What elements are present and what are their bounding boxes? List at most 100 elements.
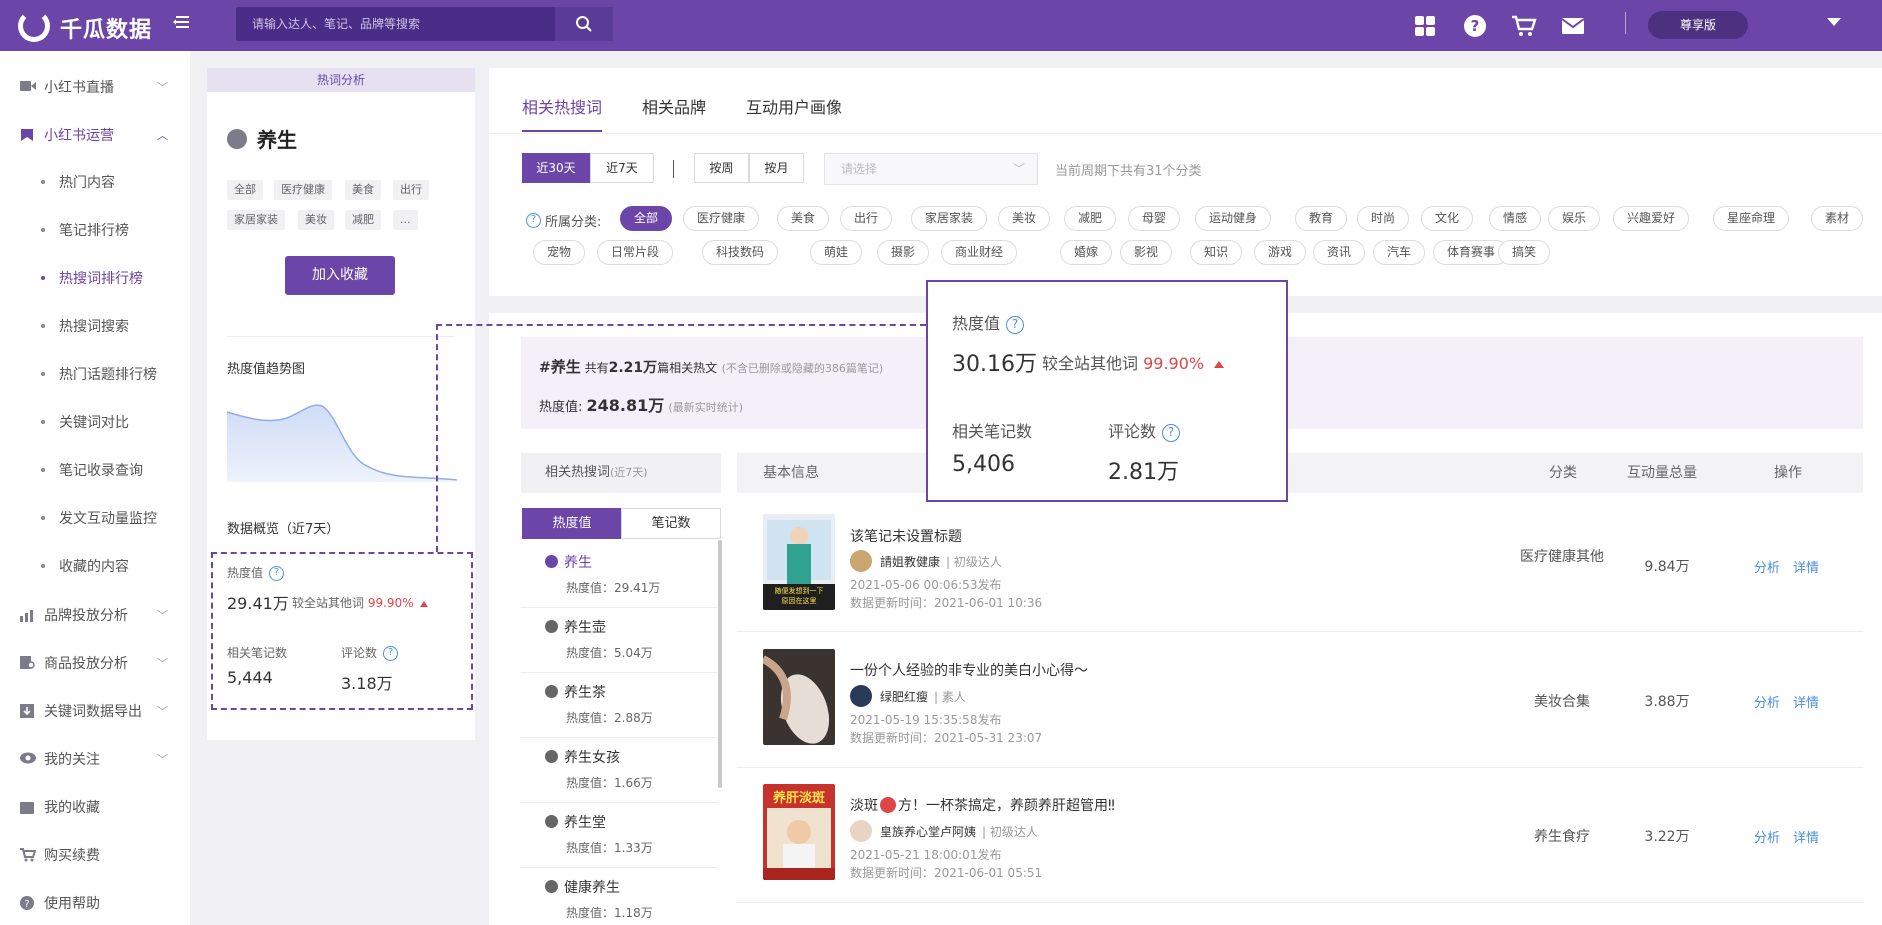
search-input[interactable] [236,7,554,41]
sidebar-item-favorites[interactable]: 我的收藏 [0,787,190,827]
range-7d-button[interactable]: 近7天 [590,153,654,183]
menu-toggle-icon[interactable] [172,14,192,34]
tab-related-search[interactable]: 相关热搜词 [522,94,602,118]
category-pill[interactable]: 美妆 [998,206,1051,231]
sidebar-item-help[interactable]: ? 使用帮助 [0,883,190,923]
sort-by-heat-button[interactable]: 热度值 [522,508,622,539]
note-title[interactable]: 淡斑 方！一杯茶搞定，养颜养肝超管用‼ [850,795,1115,815]
category-pill[interactable]: 素材 [1811,206,1864,231]
tag[interactable]: 家居家装 [227,210,285,230]
category-pill[interactable]: 娱乐 [1548,206,1601,231]
add-favorite-button[interactable]: 加入收藏 [285,256,395,295]
analyze-link[interactable]: 分析 [1754,692,1780,711]
sidebar-item-live[interactable]: 小红书直播 ﹀ [0,67,190,107]
category-pill[interactable]: 资讯 [1313,240,1366,265]
question-icon[interactable]: ? [1006,315,1025,334]
detail-link[interactable]: 详情 [1793,557,1819,576]
apps-grid-icon[interactable] [1412,13,1438,39]
category-pill[interactable]: 知识 [1190,240,1243,265]
analyze-link[interactable]: 分析 [1754,557,1780,576]
category-pill[interactable]: 日常片段 [597,240,674,265]
by-month-button[interactable]: 按月 [749,153,804,183]
category-pill[interactable]: 科技数码 [702,240,779,265]
related-keyword[interactable]: 健康养生 [545,877,620,897]
by-week-button[interactable]: 按周 [694,153,749,183]
category-pill[interactable]: 婚嫁 [1060,240,1113,265]
sidebar-item-brand[interactable]: 品牌投放分析 ﹀ [0,595,190,635]
period-select[interactable]: 请选择 ﹀ [824,153,1038,185]
note-title[interactable]: 一份个人经验的非专业的美白小心得～ [850,660,1088,680]
note-thumbnail[interactable]: 养肝淡斑 [763,784,835,880]
tab-user-profile[interactable]: 互动用户画像 [746,94,842,118]
sidebar-item-product[interactable]: 商品投放分析 ﹀ [0,643,190,683]
column-header[interactable]: 互动量总量 [1627,453,1697,493]
sidebar-sub-hot-search-ranking[interactable]: 热搜词排行榜 [41,268,143,288]
category-pill[interactable]: 时尚 [1357,206,1410,231]
tag[interactable]: 减肥 [345,210,381,230]
category-pill[interactable]: 萌娃 [810,240,863,265]
sidebar-sub-topic-ranking[interactable]: 热门话题排行榜 [41,364,157,384]
category-pill[interactable]: 教育 [1295,206,1348,231]
tag[interactable]: 美妆 [298,210,334,230]
note-title[interactable]: 该笔记未设置标题 [850,526,962,546]
question-icon[interactable]: ? [1162,423,1181,442]
category-pill[interactable]: 影视 [1120,240,1173,265]
category-pill[interactable]: 医疗健康 [683,206,760,231]
sidebar-sub-note-index[interactable]: 笔记收录查询 [41,460,143,480]
tab-related-brands[interactable]: 相关品牌 [642,94,706,118]
category-pill[interactable]: 母婴 [1128,206,1181,231]
category-pill[interactable]: 美食 [777,206,830,231]
detail-link[interactable]: 详情 [1793,827,1819,846]
category-pill[interactable]: 情感 [1489,206,1542,231]
cart-icon[interactable] [1511,13,1537,39]
author[interactable]: 皇族养心堂卢阿姨 | 初级达人 [850,820,1038,842]
analyze-link[interactable]: 分析 [1754,827,1780,846]
brand-logo-icon[interactable] [18,10,50,42]
tag[interactable]: 美食 [345,180,381,200]
author[interactable]: 請姐教健康 | 初级达人 [850,550,1002,572]
category-pill[interactable]: 家居家装 [911,206,988,231]
help-icon[interactable]: ? [1462,13,1488,39]
user-dropdown-icon[interactable] [1827,18,1841,26]
sidebar-item-export[interactable]: 关键词数据导出 ﹀ [0,691,190,731]
sidebar-item-operations[interactable]: 小红书运营 ︿ [0,115,190,155]
vip-badge[interactable]: 尊享版 [1648,11,1748,39]
sidebar-sub-saved-content[interactable]: 收藏的内容 [41,556,129,576]
category-pill[interactable]: 出行 [840,206,893,231]
tag[interactable]: 全部 [227,180,263,200]
related-keyword[interactable]: 养生茶 [545,682,606,702]
sidebar-sub-interaction-monitor[interactable]: 发文互动量监控 [41,508,157,528]
related-keyword[interactable]: 养生堂 [545,812,606,832]
sidebar-item-follow[interactable]: 我的关注 ﹀ [0,739,190,779]
sidebar-item-purchase[interactable]: 购买续费 [0,835,190,875]
range-30d-button[interactable]: 近30天 [522,153,590,183]
category-pill[interactable]: 搞笑 [1498,240,1551,265]
related-keyword[interactable]: 养生壶 [545,617,606,637]
scrollbar[interactable] [718,540,722,788]
tag[interactable]: 医疗健康 [274,180,332,200]
author[interactable]: 绿肥红瘦 | 素人 [850,685,966,707]
related-keyword[interactable]: 养生 [545,552,592,572]
category-pill[interactable]: 文化 [1421,206,1474,231]
category-pill[interactable]: 游戏 [1254,240,1307,265]
search-button[interactable] [555,7,613,41]
related-keyword[interactable]: 养生女孩 [545,747,620,767]
sidebar-sub-note-ranking[interactable]: 笔记排行榜 [41,220,129,240]
sidebar-sub-hot-search[interactable]: 热搜词搜索 [41,316,129,336]
detail-link[interactable]: 详情 [1793,692,1819,711]
category-pill[interactable]: 星座命理 [1713,206,1790,231]
sort-by-notes-button[interactable]: 笔记数 [621,508,721,539]
category-pill[interactable]: 运动健身 [1195,206,1272,231]
category-pill[interactable]: 全部 [620,206,673,231]
category-pill[interactable]: 减肥 [1064,206,1117,231]
mail-icon[interactable] [1560,13,1586,39]
sidebar-sub-keyword-compare[interactable]: 关键词对比 [41,412,129,432]
sidebar-sub-hot-content[interactable]: 热门内容 [41,172,115,192]
tag[interactable]: ... [393,210,418,230]
note-thumbnail[interactable] [763,649,835,745]
category-pill[interactable]: 汽车 [1373,240,1426,265]
category-pill[interactable]: 商业财经 [941,240,1018,265]
category-pill[interactable]: 摄影 [877,240,930,265]
note-thumbnail[interactable]: 随便发想到一下 原因在这里 [763,514,835,610]
category-pill[interactable]: 兴趣爱好 [1613,206,1690,231]
